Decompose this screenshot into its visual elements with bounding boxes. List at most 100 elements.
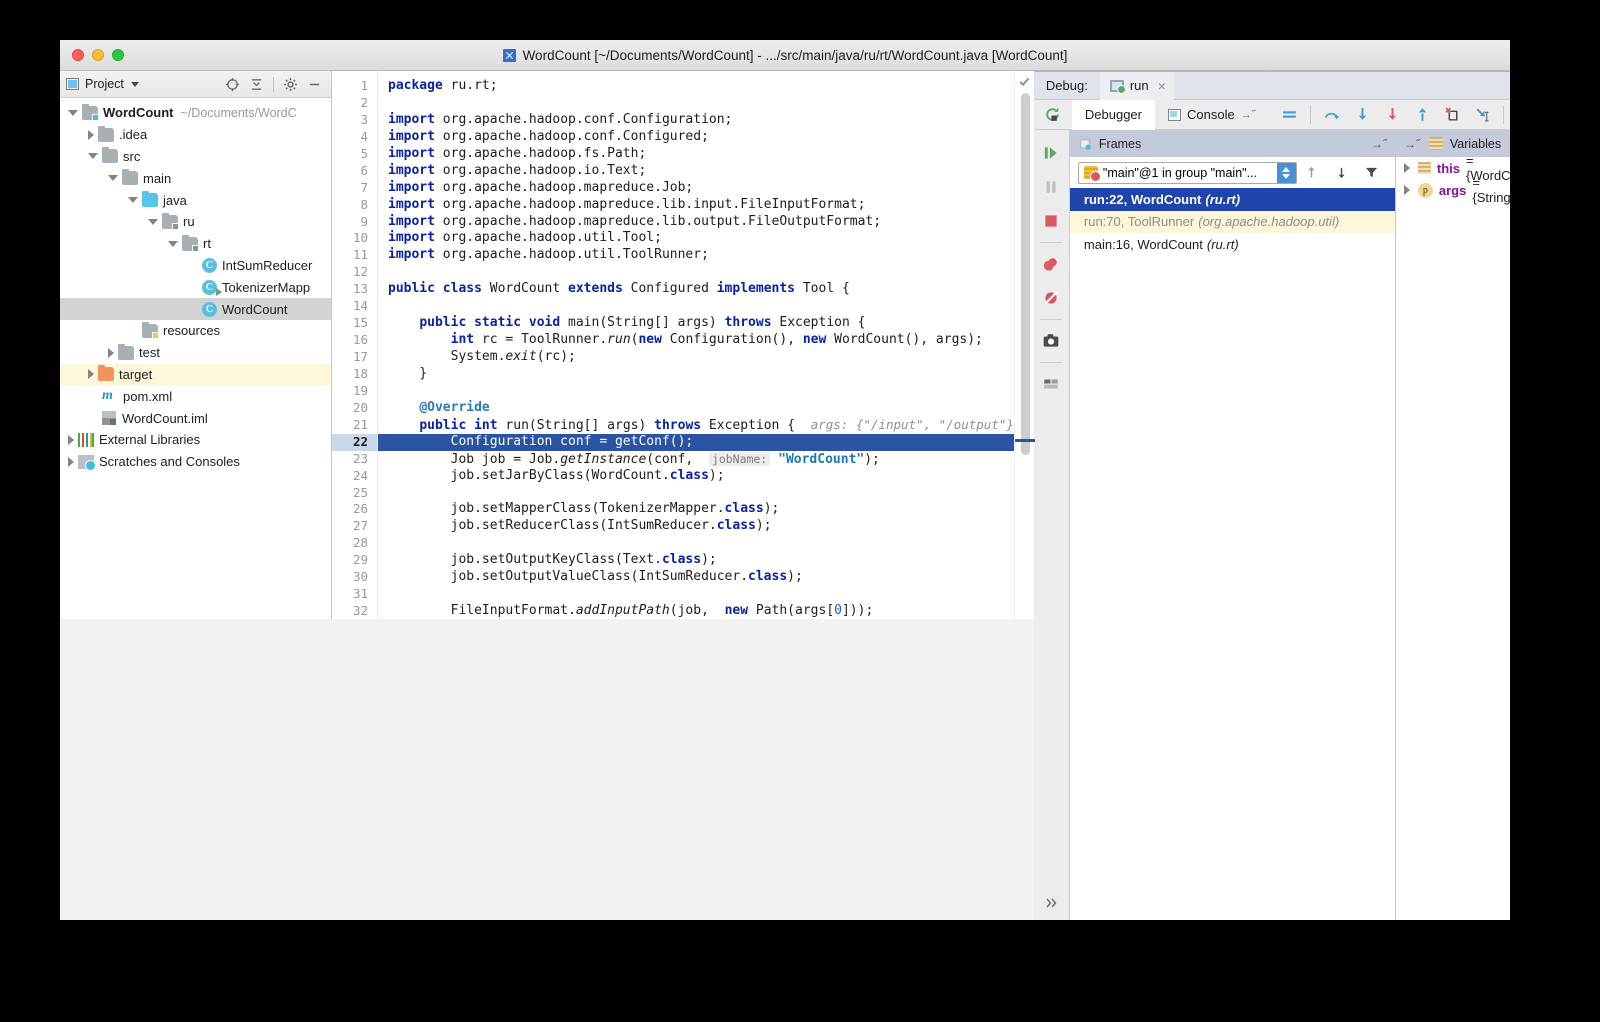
line-number-16[interactable]: 16 (332, 332, 377, 349)
tree-node-main[interactable]: main (60, 167, 331, 189)
code-line-26[interactable]: job.setMapperClass(TokenizerMapper.class… (388, 501, 1014, 518)
code-line-27[interactable]: job.setReducerClass(IntSumReducer.class)… (388, 518, 1014, 535)
debug-session-tab-run[interactable]: run × (1099, 71, 1174, 100)
chevron-right-icon[interactable] (108, 347, 114, 358)
code-line-18[interactable]: } (388, 366, 1014, 383)
gear-icon[interactable] (283, 77, 298, 92)
tree-node-wordcount[interactable]: WordCount ~/Documents/WordC (60, 102, 331, 124)
chevron-down-icon[interactable] (130, 81, 139, 87)
locate-icon[interactable] (225, 77, 240, 92)
frame-down-icon[interactable] (1327, 158, 1357, 188)
chevron-right-icon[interactable] (1403, 163, 1410, 173)
line-number-2[interactable]: 2 (332, 95, 377, 112)
code-line-8[interactable]: import org.apache.hadoop.mapreduce.lib.i… (388, 197, 1014, 214)
line-number-21[interactable]: 21 (332, 417, 377, 434)
variables-list[interactable]: this = {WordCount@1280}pargs = {String[2… (1396, 153, 1510, 205)
layout-settings-icon[interactable] (1033, 367, 1069, 401)
code-line-12[interactable] (388, 264, 1014, 281)
code-line-32[interactable]: FileInputFormat.addInputPath(job, new Pa… (388, 603, 1014, 619)
line-number-5[interactable]: 5 (332, 146, 377, 163)
line-number-6[interactable]: 6 (332, 163, 377, 180)
tree-node-wordcount-iml[interactable]: WordCount.iml (60, 407, 331, 429)
editor-code-content[interactable]: package ru.rt; import org.apache.hadoop.… (378, 71, 1014, 619)
editor-scrollbar-thumb[interactable] (1020, 93, 1030, 455)
line-number-9[interactable]: 9 (332, 214, 377, 231)
rerun-icon[interactable] (1044, 106, 1061, 123)
line-number-19[interactable]: 19 (332, 383, 377, 400)
code-line-23[interactable]: Job job = Job.getInstance(conf, jobName:… (388, 451, 1014, 468)
code-line-15[interactable]: public static void main(String[] args) t… (388, 315, 1014, 332)
frame-row[interactable]: run:70, ToolRunner (org.apache.hadoop.uti… (1069, 210, 1395, 233)
code-line-2[interactable] (388, 95, 1014, 112)
line-number-28[interactable]: 28 (332, 535, 377, 552)
code-line-11[interactable]: import org.apache.hadoop.util.ToolRunner… (388, 247, 1014, 264)
line-number-31[interactable]: 31 (332, 586, 377, 603)
code-line-3[interactable]: import org.apache.hadoop.conf.Configurat… (388, 112, 1014, 129)
maximize-window-button[interactable] (112, 49, 124, 61)
frame-up-icon[interactable] (1297, 158, 1327, 188)
line-number-14[interactable]: 14 (332, 298, 377, 315)
tree-node--idea[interactable]: .idea (60, 124, 331, 146)
line-number-3[interactable]: 3 (332, 112, 377, 129)
line-number-18[interactable]: 18 (332, 366, 377, 383)
tree-node-wordcount[interactable]: C WordCount (60, 298, 331, 320)
snapshot-icon[interactable] (1033, 324, 1069, 358)
code-line-13[interactable]: public class WordCount extends Configure… (388, 281, 1014, 298)
line-number-23[interactable]: 23 (332, 451, 377, 468)
tree-node-tokenizermapp[interactable]: C TokenizerMapp (60, 276, 331, 298)
code-line-1[interactable]: package ru.rt; (388, 78, 1014, 95)
code-line-29[interactable]: job.setOutputKeyClass(Text.class); (388, 552, 1014, 569)
frame-row[interactable]: run:22, WordCount (ru.rt) (1069, 188, 1395, 211)
expand-frames-icon[interactable]: →˝ (1371, 137, 1387, 151)
code-line-21[interactable]: public int run(String[] args) throws Exc… (388, 417, 1014, 434)
run-to-cursor-icon[interactable] (1467, 100, 1497, 130)
code-line-30[interactable]: job.setOutputValueClass(IntSumReducer.cl… (388, 569, 1014, 586)
line-number-8[interactable]: 8 (332, 197, 377, 214)
stop-icon[interactable] (1033, 204, 1069, 238)
line-number-11[interactable]: 11 (332, 247, 377, 264)
line-number-27[interactable]: 27 (332, 518, 377, 535)
resume-program-icon[interactable] (1033, 136, 1069, 170)
view-breakpoints-icon[interactable] (1033, 247, 1069, 281)
filter-icon[interactable] (1357, 158, 1387, 188)
chevron-down-icon[interactable] (108, 175, 118, 182)
code-line-22[interactable]: Configuration conf = getConf(); (378, 433, 1014, 451)
code-line-25[interactable] (388, 485, 1014, 502)
thread-selector-combobox[interactable]: "main"@1 in group "main"... (1077, 161, 1297, 184)
code-line-20[interactable]: @Override (388, 400, 1014, 417)
code-line-5[interactable]: import org.apache.hadoop.fs.Path; (388, 146, 1014, 163)
project-tree[interactable]: WordCount ~/Documents/WordC .idea src main ja… (60, 98, 331, 619)
line-number-13[interactable]: 13 (332, 281, 377, 298)
tree-node-external-libraries[interactable]: External Libraries (60, 429, 331, 451)
chevron-down-icon[interactable] (68, 109, 78, 116)
chevron-right-icon[interactable] (1403, 185, 1410, 195)
chevron-updown-icon[interactable] (1276, 162, 1296, 183)
step-into-icon[interactable] (1347, 100, 1377, 130)
code-line-6[interactable]: import org.apache.hadoop.io.Text; (388, 163, 1014, 180)
code-line-19[interactable] (388, 383, 1014, 400)
editor-line-number-gutter[interactable]: 1 2 3 4 5 6 7 8 9 10 11 12 13 14 15 16 17 18 19 20 21 22 23 24 2… (332, 71, 378, 619)
line-number-7[interactable]: 7 (332, 180, 377, 197)
step-out-icon[interactable] (1407, 100, 1437, 130)
line-number-32[interactable]: 32 (332, 603, 377, 620)
chevron-right-icon[interactable] (88, 129, 94, 140)
frame-row[interactable]: main:16, WordCount (ru.rt) (1070, 233, 1395, 256)
minimize-window-button[interactable] (92, 49, 104, 61)
window-controls[interactable] (72, 49, 124, 61)
line-number-25[interactable]: 25 (332, 485, 377, 502)
code-line-24[interactable]: job.setJarByClass(WordCount.class); (388, 468, 1014, 485)
tree-node-target[interactable]: target (60, 363, 331, 386)
tree-node-pom-xml[interactable]: m pom.xml (60, 385, 331, 407)
code-line-17[interactable]: System.exit(rc); (388, 349, 1014, 366)
tree-node-intsumreducer[interactable]: C IntSumReducer (60, 255, 331, 277)
pause-program-icon[interactable] (1033, 170, 1069, 204)
tree-node-scratches-and-consoles[interactable]: Scratches and Consoles (60, 451, 331, 473)
line-number-15[interactable]: 15 (332, 315, 377, 332)
line-number-29[interactable]: 29 (332, 552, 377, 569)
editor-scrollbar-and-markers[interactable] (1013, 71, 1035, 619)
line-number-17[interactable]: 17 (332, 349, 377, 366)
code-line-10[interactable]: import org.apache.hadoop.util.Tool; (388, 230, 1014, 247)
chevron-right-icon[interactable] (88, 369, 94, 380)
close-icon[interactable]: × (1158, 78, 1166, 94)
line-number-30[interactable]: 30 (332, 569, 377, 586)
